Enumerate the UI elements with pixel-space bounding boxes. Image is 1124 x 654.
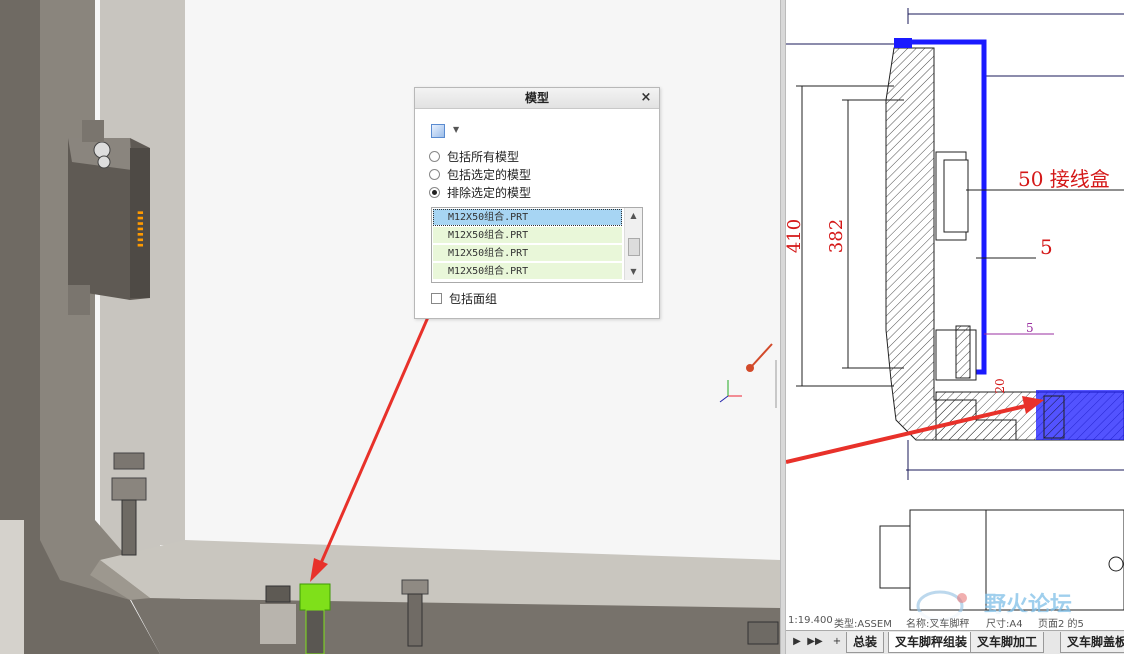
svg-text:▮▮▮▮▮▮▮: ▮▮▮▮▮▮▮	[135, 210, 145, 248]
include-surfaces-label: 包括面组	[449, 292, 498, 306]
tab-sheet-2[interactable]: 叉车脚加工	[970, 632, 1045, 653]
tab-sheet-1[interactable]: 叉车脚秤组装	[888, 632, 975, 653]
dim-5-large: 5	[1040, 235, 1053, 259]
dim-20: 20	[993, 378, 1007, 393]
status-size: 尺寸:A4	[986, 619, 1023, 630]
chevron-down-icon[interactable]: ▼	[453, 125, 459, 134]
close-icon[interactable]: ×	[639, 88, 653, 108]
tab-scroll-next-icon[interactable]: ▶	[790, 634, 804, 650]
include-surfaces-row[interactable]: 包括面组	[431, 290, 497, 307]
axis-triad	[719, 343, 777, 408]
drawing-sheet[interactable]: 410 382 50 接线盒 5 5 20	[786, 0, 1124, 630]
tab-sheet-0[interactable]: 总装	[846, 632, 885, 653]
dim-5-small: 5	[1026, 321, 1034, 335]
scroll-down-icon[interactable]: ▼	[625, 264, 642, 280]
dim-50-label: 50 接线盒	[1018, 167, 1110, 191]
status-scale: 1:19.400	[788, 615, 833, 626]
model-list[interactable]: M12X50组合.PRT M12X50组合.PRT M12X50组合.PRT M…	[431, 207, 643, 283]
tab-sheet-3[interactable]: 叉车脚盖板	[1060, 632, 1124, 653]
model-dialog: 模型 × ▼ 包括所有模型 包括选定的模型 排除选定的模型 M12X50组合.P…	[414, 87, 660, 319]
list-item[interactable]: M12X50组合.PRT	[433, 245, 622, 262]
list-scrollbar[interactable]: ▲ ▼	[624, 208, 642, 280]
include-surfaces-checkbox[interactable]	[431, 293, 442, 304]
drawing-render: 410 382 50 接线盒 5 5 20	[786, 8, 1124, 611]
tab-scroll-last-icon[interactable]: ▶▶	[806, 634, 824, 650]
status-type: 类型:ASSEM	[834, 619, 892, 630]
radio-include-all[interactable]: 包括所有模型	[429, 148, 519, 164]
sheet-tab-bar: ▶ ▶▶ + 总装 叉车脚秤组装 叉车脚加工 叉车脚盖板	[786, 630, 1124, 654]
radio-button[interactable]	[429, 150, 440, 162]
list-item[interactable]: M12X50组合.PRT	[433, 209, 622, 226]
model-3d-viewport[interactable]: ▮▮▮▮▮▮▮	[0, 0, 780, 654]
radio-label: 排除选定的模型	[447, 185, 532, 200]
status-page: 页面2 的5	[1038, 619, 1084, 630]
dim-410: 410	[786, 219, 805, 253]
add-sheet-button[interactable]: +	[830, 634, 844, 650]
list-item[interactable]: M12X50组合.PRT	[433, 227, 622, 244]
radio-button[interactable]	[429, 168, 440, 180]
radio-include-selected[interactable]: 包括选定的模型	[429, 166, 531, 182]
radio-label: 包括所有模型	[447, 149, 520, 164]
dialog-title-bar[interactable]: 模型 ×	[415, 88, 659, 109]
model-part-icon[interactable]	[431, 124, 445, 138]
list-item[interactable]: M12X50组合.PRT	[433, 263, 622, 280]
scroll-thumb[interactable]	[628, 238, 640, 256]
model-render: ▮▮▮▮▮▮▮	[0, 0, 780, 654]
radio-exclude-selected[interactable]: 排除选定的模型	[429, 184, 531, 200]
drawing-status-bar: 1:19.400 类型:ASSEM 名称:叉车脚秤 尺寸:A4 页面2 的5	[786, 612, 1124, 630]
status-name: 名称:叉车脚秤	[906, 619, 970, 630]
dialog-title: 模型	[524, 91, 549, 105]
radio-label: 包括选定的模型	[447, 167, 532, 182]
radio-button-selected[interactable]	[429, 186, 440, 198]
scroll-up-icon[interactable]: ▲	[625, 208, 642, 224]
dim-382: 382	[826, 219, 847, 253]
